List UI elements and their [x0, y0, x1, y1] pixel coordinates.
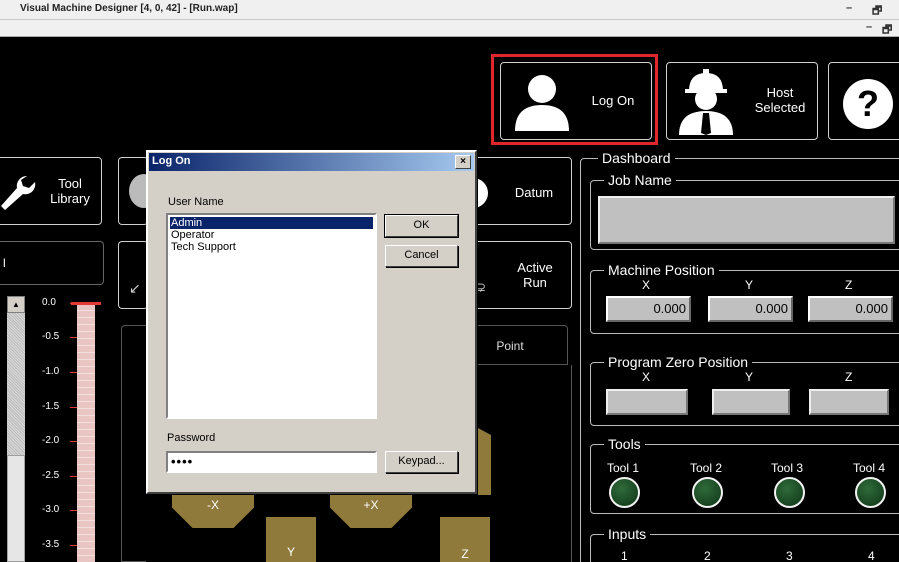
hidden-button-1[interactable]: [118, 157, 159, 225]
jog-minus-x-button[interactable]: -X: [172, 494, 254, 528]
minimize-icon[interactable]: –: [846, 2, 852, 14]
machine-pos-z-label: Z: [845, 278, 853, 292]
engineer-icon: [679, 69, 733, 135]
keypad-button[interactable]: Keypad...: [385, 451, 458, 473]
window-title-bar: Visual Machine Designer [4, 0, 42] - [Ru…: [0, 0, 899, 20]
tools-group: [590, 444, 899, 514]
tool-library-button[interactable]: Tool Library: [0, 157, 102, 225]
input-2-label: 2: [704, 549, 711, 562]
machine-position-label: Machine Position: [604, 262, 719, 278]
program-zero-z-field: [809, 389, 889, 415]
job-name-field[interactable]: [598, 196, 895, 244]
help-button[interactable]: ?: [828, 62, 899, 140]
scale-tick: -1.5: [42, 401, 60, 412]
jog-plus-x-label: +X: [363, 498, 379, 512]
list-item[interactable]: Operator: [170, 229, 373, 241]
program-zero-x-label: X: [642, 370, 651, 384]
ok-button[interactable]: OK: [384, 214, 459, 238]
inputs-label: Inputs: [604, 526, 651, 542]
tab-point-label: Point: [496, 339, 524, 353]
scroll-up-arrow-icon[interactable]: ▲: [7, 296, 25, 313]
hidden-button-2[interactable]: ↙: [118, 241, 148, 309]
password-label: Password: [167, 432, 216, 444]
input-1-label: 1: [621, 549, 628, 562]
program-zero-y-field: [712, 389, 790, 415]
scale-tick: 0.0: [42, 297, 56, 308]
list-item[interactable]: Tech Support: [170, 241, 373, 253]
scale-tick: -0.5: [42, 331, 60, 342]
datum-label: Datum: [514, 185, 554, 200]
datum-button[interactable]: Datum: [472, 157, 572, 225]
log-on-label: Log On: [591, 93, 635, 108]
password-field[interactable]: ••••: [166, 451, 377, 473]
active-run-label: Active Run: [517, 260, 553, 290]
input-4-label: 4: [868, 549, 875, 562]
user-name-list[interactable]: Admin Operator Tech Support: [166, 213, 377, 419]
restore-icon[interactable]: 🗗: [872, 2, 882, 21]
left-tab[interactable]: l: [0, 241, 104, 285]
scale-tick: -2.0: [42, 435, 60, 446]
machine-pos-y-value: 0.000: [708, 296, 793, 322]
machine-pos-z-value: 0.000: [808, 296, 893, 322]
active-run-icon: ⊋: [476, 280, 487, 294]
scrollbar-thumb[interactable]: [7, 455, 25, 562]
user-icon: [515, 75, 569, 131]
jog-plus-x-button[interactable]: +X: [330, 494, 412, 528]
help-icon: ?: [843, 79, 893, 129]
jog-panel-frame: [121, 325, 146, 562]
scale-tick: -3.5: [42, 539, 60, 550]
tool-2-led-icon: [692, 477, 723, 508]
window-title: Visual Machine Designer [4, 0, 42] - [Ru…: [20, 3, 238, 14]
scale-tick: -2.5: [42, 470, 60, 481]
dashboard-title: Dashboard: [598, 150, 675, 166]
tool-library-label: Tool Library: [50, 176, 90, 206]
jog-y-button[interactable]: Y: [266, 517, 316, 562]
host-selected-button[interactable]: Host Selected: [666, 62, 818, 140]
program-zero-y-label: Y: [745, 370, 754, 384]
tool-4-label: Tool 4: [853, 461, 886, 475]
active-run-button[interactable]: ⊋ Active Run: [474, 241, 572, 309]
machine-pos-x-value: 0.000: [606, 296, 691, 322]
mdi-restore-icon[interactable]: 🗗: [882, 21, 892, 40]
tool-1-led-icon: [609, 477, 640, 508]
jog-z-label: Z: [461, 547, 469, 561]
log-on-button[interactable]: Log On: [500, 62, 652, 140]
tools-label: Tools: [604, 436, 645, 452]
close-icon[interactable]: ×: [455, 155, 471, 169]
tool-3-label: Tool 3: [771, 461, 804, 475]
jog-z-button[interactable]: Z: [440, 517, 490, 562]
host-selected-label: Host Selected: [754, 85, 806, 115]
log-on-dialog: Log On × User Name Admin Operator Tech S…: [146, 150, 477, 494]
machine-pos-x-label: X: [642, 278, 651, 292]
program-zero-label: Program Zero Position: [604, 354, 753, 370]
scale-tick: -3.0: [42, 504, 60, 515]
wrench-icon: [1, 175, 36, 210]
list-item[interactable]: Admin: [170, 217, 373, 229]
left-tab-label: l: [3, 256, 6, 270]
machine-pos-y-label: Y: [745, 278, 754, 292]
menu-bar: – 🗗: [0, 20, 899, 37]
scale-tick: -1.0: [42, 366, 60, 377]
mdi-minimize-icon[interactable]: –: [866, 21, 872, 33]
dialog-title: Log On: [152, 155, 191, 167]
jog-minus-x-label: -X: [207, 498, 219, 512]
dialog-title-bar[interactable]: Log On ×: [149, 153, 474, 171]
user-name-label: User Name: [168, 196, 224, 208]
cancel-button[interactable]: Cancel: [385, 245, 458, 267]
tool-3-led-icon: [774, 477, 805, 508]
job-name-label: Job Name: [604, 172, 676, 188]
program-zero-x-field: [606, 389, 688, 415]
jog-y-label: Y: [286, 545, 295, 559]
input-3-label: 3: [786, 549, 793, 562]
tool-1-label: Tool 1: [607, 461, 640, 475]
tab-point[interactable]: Point: [474, 325, 568, 365]
program-zero-z-label: Z: [845, 370, 853, 384]
tool-4-led-icon: [855, 477, 886, 508]
tool-2-label: Tool 2: [690, 461, 723, 475]
